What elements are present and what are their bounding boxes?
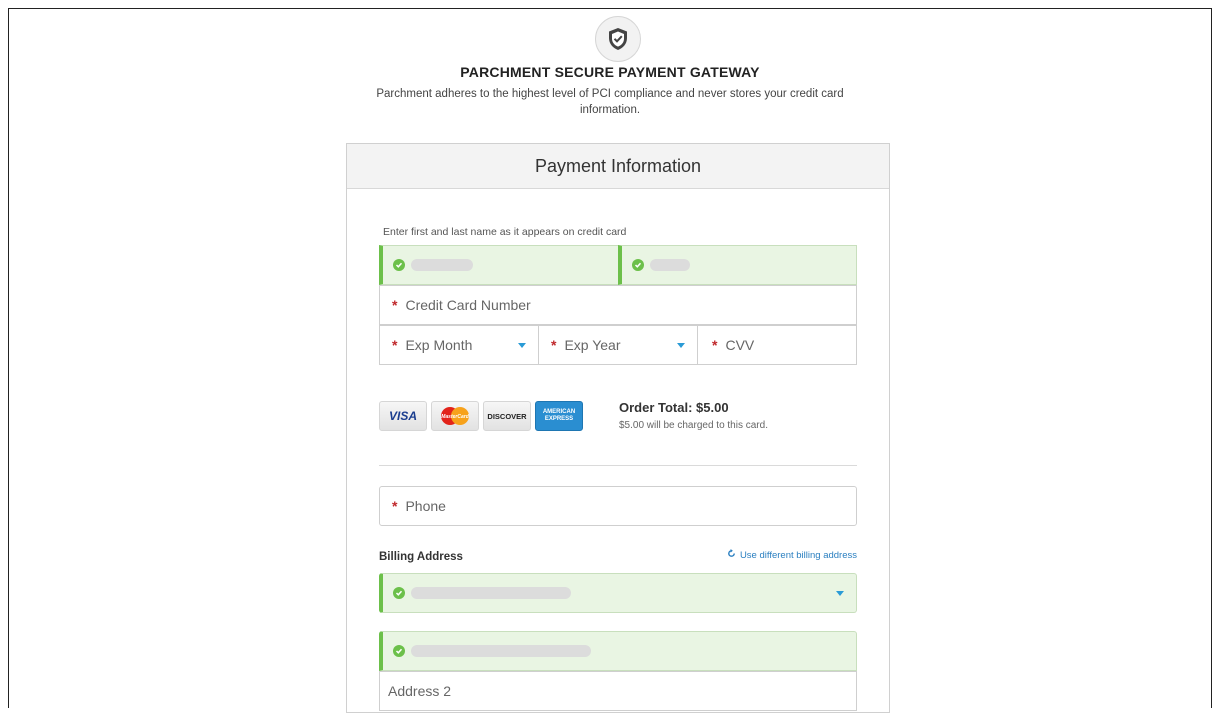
mastercard-logo: MasterCard: [431, 401, 479, 431]
phone-row: * Phone: [379, 486, 857, 526]
order-total: Order Total: $5.00: [619, 400, 729, 415]
payment-heading: Payment Information: [347, 144, 889, 189]
expiry-row: * Exp Month * Exp Year * CVV: [379, 325, 857, 365]
svg-text:MasterCard: MasterCard: [441, 414, 469, 420]
phone-placeholder: Phone: [405, 498, 446, 514]
refresh-icon: [727, 549, 736, 561]
chevron-down-icon: [518, 343, 526, 348]
use-different-billing-text: Use different billing address: [739, 549, 857, 561]
required-marker: *: [392, 498, 398, 514]
address2-row: Address 2: [379, 671, 857, 711]
exp-month-placeholder: Exp Month: [405, 337, 473, 353]
amex-logo: AMERICAN EXPRESS: [535, 401, 583, 431]
exp-year-select[interactable]: * Exp Year: [538, 325, 698, 365]
card-number-row: * Credit Card Number: [379, 285, 857, 325]
accepted-cards: VISA MasterCard DISCOVER AMERICAN EXPRES…: [379, 401, 583, 431]
charge-note: $5.00 will be charged to this card.: [619, 420, 768, 431]
required-marker: *: [712, 337, 718, 353]
check-icon: [393, 645, 405, 657]
address2-input[interactable]: Address 2: [379, 671, 857, 711]
check-icon: [393, 259, 405, 271]
address1-input[interactable]: [379, 631, 857, 671]
name-hint: Enter first and last name as it appears …: [383, 226, 627, 238]
first-name-field[interactable]: [379, 245, 619, 285]
check-icon: [393, 587, 405, 599]
required-marker: *: [392, 337, 398, 353]
check-icon: [632, 259, 644, 271]
exp-month-select[interactable]: * Exp Month: [379, 325, 539, 365]
address2-placeholder: Address 2: [388, 683, 452, 699]
cvv-placeholder: CVV: [725, 337, 755, 353]
last-name-field[interactable]: [618, 245, 857, 285]
chevron-down-icon: [836, 591, 844, 596]
card-number-input[interactable]: * Credit Card Number: [379, 285, 857, 325]
use-different-billing-link[interactable]: Use different billing address: [727, 549, 857, 561]
exp-year-placeholder: Exp Year: [564, 337, 621, 353]
name-row: [379, 245, 857, 285]
divider: [379, 465, 857, 466]
chevron-down-icon: [677, 343, 685, 348]
country-value-redacted: [411, 587, 571, 599]
cvv-input[interactable]: * CVV: [697, 325, 857, 365]
billing-address-label: Billing Address: [379, 551, 463, 563]
gateway-title: PARCHMENT SECURE PAYMENT GATEWAY: [460, 64, 760, 80]
first-name-value-redacted: [411, 259, 473, 271]
card-number-placeholder: Credit Card Number: [405, 297, 531, 313]
required-marker: *: [551, 337, 557, 353]
address1-value-redacted: [411, 645, 591, 657]
country-row: [379, 573, 857, 613]
phone-input[interactable]: * Phone: [379, 486, 857, 526]
required-marker: *: [392, 297, 398, 313]
payment-card: Payment Information Enter first and last…: [346, 143, 890, 713]
shield-icon: [595, 16, 641, 62]
address1-row: [379, 631, 857, 671]
country-select[interactable]: [379, 573, 857, 613]
gateway-description: Parchment adheres to the highest level o…: [376, 88, 844, 116]
visa-logo: VISA: [379, 401, 427, 431]
last-name-value-redacted: [650, 259, 690, 271]
discover-logo: DISCOVER: [483, 401, 531, 431]
